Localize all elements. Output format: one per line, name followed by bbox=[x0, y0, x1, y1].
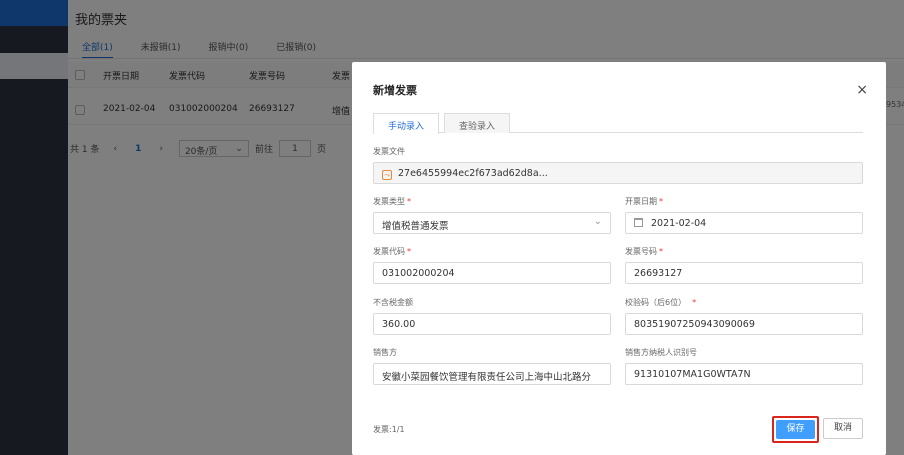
tax-id-label: 销售方纳税人识别号 bbox=[625, 348, 697, 357]
seller-tax-id-input[interactable]: 91310107MA1G0WTA7N bbox=[625, 363, 863, 385]
type-label: 发票类型 * bbox=[373, 197, 411, 206]
tab-manual-entry[interactable]: 手动录入 bbox=[373, 113, 440, 134]
close-icon[interactable]: × bbox=[856, 82, 868, 98]
dialog-tabs: 手动录入 查验录入 bbox=[373, 113, 863, 134]
check-code-label: 校验码（后6位） * bbox=[625, 298, 697, 307]
code-label: 发票代码 * bbox=[373, 247, 411, 256]
dialog-title: 新增发票 bbox=[373, 84, 417, 97]
save-button-highlight: 保存 bbox=[772, 416, 819, 443]
cancel-button[interactable]: 取消 bbox=[823, 418, 863, 439]
invoice-type-select[interactable]: 增值税普通发票 ⌄ bbox=[373, 212, 611, 234]
file-icon: ⤳ bbox=[382, 170, 392, 180]
tab-verify-entry[interactable]: 查验录入 bbox=[444, 113, 511, 133]
date-label: 开票日期 * bbox=[625, 197, 663, 206]
chevron-down-icon: ⌄ bbox=[593, 216, 602, 227]
invoice-number-input[interactable]: 26693127 bbox=[625, 262, 863, 284]
invoice-counter: 发票:1/1 bbox=[373, 425, 405, 434]
file-label: 发票文件 bbox=[373, 147, 405, 156]
invoice-code-input[interactable]: 031002000204 bbox=[373, 262, 611, 284]
save-button[interactable]: 保存 bbox=[776, 420, 815, 439]
calendar-icon bbox=[634, 218, 643, 227]
amount-label: 不含税金额 bbox=[373, 298, 413, 307]
check-code-input[interactable]: 80351907250943090069 bbox=[625, 313, 863, 335]
seller-label: 销售方 bbox=[373, 348, 397, 357]
seller-input[interactable]: 安徽小菜园餐饮管理有限责任公司上海中山北路分 bbox=[373, 363, 611, 385]
invoice-date-picker[interactable]: 2021-02-04 bbox=[625, 212, 863, 234]
amount-input[interactable]: 360.00 bbox=[373, 313, 611, 335]
add-invoice-dialog: 新增发票 × 手动录入 查验录入 发票文件 ⤳ 27e6455994ec2f673… bbox=[352, 62, 886, 455]
number-label: 发票号码 * bbox=[625, 247, 663, 256]
file-field: ⤳ 27e6455994ec2f673ad62d8a... bbox=[373, 162, 863, 184]
